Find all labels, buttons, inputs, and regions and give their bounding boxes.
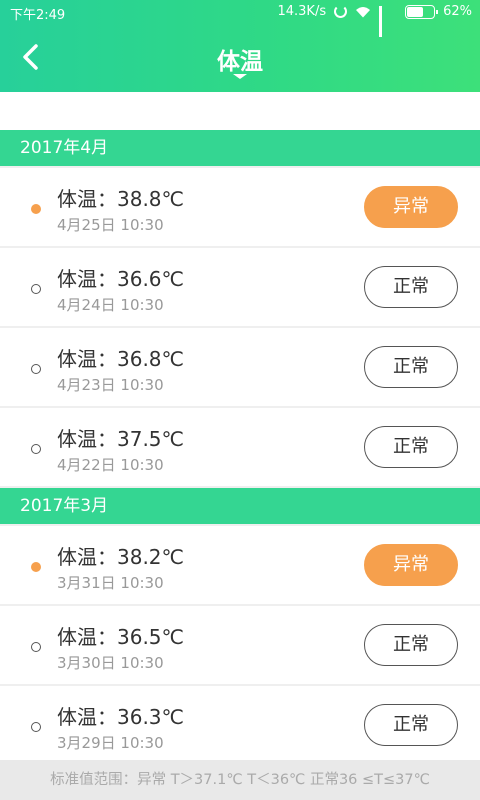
record-datetime: 4月24日 10:30 xyxy=(57,296,164,314)
record-datetime: 4月25日 10:30 xyxy=(57,216,164,234)
temperature-record[interactable]: 体温：36.5℃ 3月30日 10:30 正常 xyxy=(0,606,480,684)
abnormal-status-button[interactable]: 异常 xyxy=(364,186,458,228)
status-dot-icon xyxy=(31,204,41,214)
wifi-icon xyxy=(355,6,371,18)
caret-down-icon[interactable] xyxy=(233,74,247,79)
page-title: 体温 xyxy=(217,49,263,75)
normal-status-button[interactable]: 正常 xyxy=(364,624,458,666)
status-dot-icon xyxy=(31,364,41,374)
normal-status-button[interactable]: 正常 xyxy=(364,346,458,388)
status-dot-icon xyxy=(31,562,41,572)
battery-icon xyxy=(405,4,439,19)
status-bar: 下午2:49 14.3K/s 62% xyxy=(0,0,480,37)
month-header: 2017年4月 xyxy=(0,130,480,166)
app-header: 下午2:49 14.3K/s 62% 体温 xyxy=(0,0,480,92)
record-datetime: 4月22日 10:30 xyxy=(57,456,164,474)
month-header: 2017年3月 xyxy=(0,488,480,524)
abnormal-status-button[interactable]: 异常 xyxy=(364,544,458,586)
battery-fill xyxy=(407,6,424,17)
signal-icon xyxy=(379,5,397,37)
record-datetime: 4月23日 10:30 xyxy=(57,376,164,394)
temperature-record[interactable]: 体温：38.8℃ 4月25日 10:30 异常 xyxy=(0,168,480,246)
reference-range-footer: 标准值范围：异常 T＞37.1℃ T＜36℃ 正常36 ≤T≤37℃ xyxy=(0,760,480,800)
temperature-value: 体温：36.3℃ xyxy=(57,705,184,729)
temperature-value: 体温：36.6℃ xyxy=(57,267,184,291)
temperature-value: 体温：36.5℃ xyxy=(57,625,184,649)
record-datetime: 3月29日 10:30 xyxy=(57,734,164,752)
battery-percent: 62% xyxy=(443,4,472,19)
temperature-record[interactable]: 体温：36.6℃ 4月24日 10:30 正常 xyxy=(0,248,480,326)
temperature-record[interactable]: 体温：38.2℃ 3月31日 10:30 异常 xyxy=(0,526,480,604)
network-speed: 14.3K/s xyxy=(277,4,327,19)
normal-status-button[interactable]: 正常 xyxy=(364,704,458,746)
temperature-value: 体温：38.2℃ xyxy=(57,545,184,569)
header-spacer xyxy=(0,92,480,130)
status-indicators: 14.3K/s 62% xyxy=(277,4,472,37)
temperature-value: 体温：38.8℃ xyxy=(57,187,184,211)
temperature-record[interactable]: 体温：36.8℃ 4月23日 10:30 正常 xyxy=(0,328,480,406)
sync-icon xyxy=(334,5,348,18)
temperature-record[interactable]: 体温：37.5℃ 4月22日 10:30 正常 xyxy=(0,408,480,486)
temperature-value: 体温：37.5℃ xyxy=(57,427,184,451)
status-dot-icon xyxy=(31,284,41,294)
status-dot-icon xyxy=(31,444,41,454)
record-datetime: 3月31日 10:30 xyxy=(57,574,164,592)
normal-status-button[interactable]: 正常 xyxy=(364,266,458,308)
status-dot-icon xyxy=(31,642,41,652)
normal-status-button[interactable]: 正常 xyxy=(364,426,458,468)
record-datetime: 3月30日 10:30 xyxy=(57,654,164,672)
temperature-value: 体温：36.8℃ xyxy=(57,347,184,371)
status-dot-icon xyxy=(31,722,41,732)
status-time: 下午2:49 xyxy=(10,8,66,23)
temperature-record[interactable]: 体温：36.3℃ 3月29日 10:30 正常 xyxy=(0,686,480,764)
